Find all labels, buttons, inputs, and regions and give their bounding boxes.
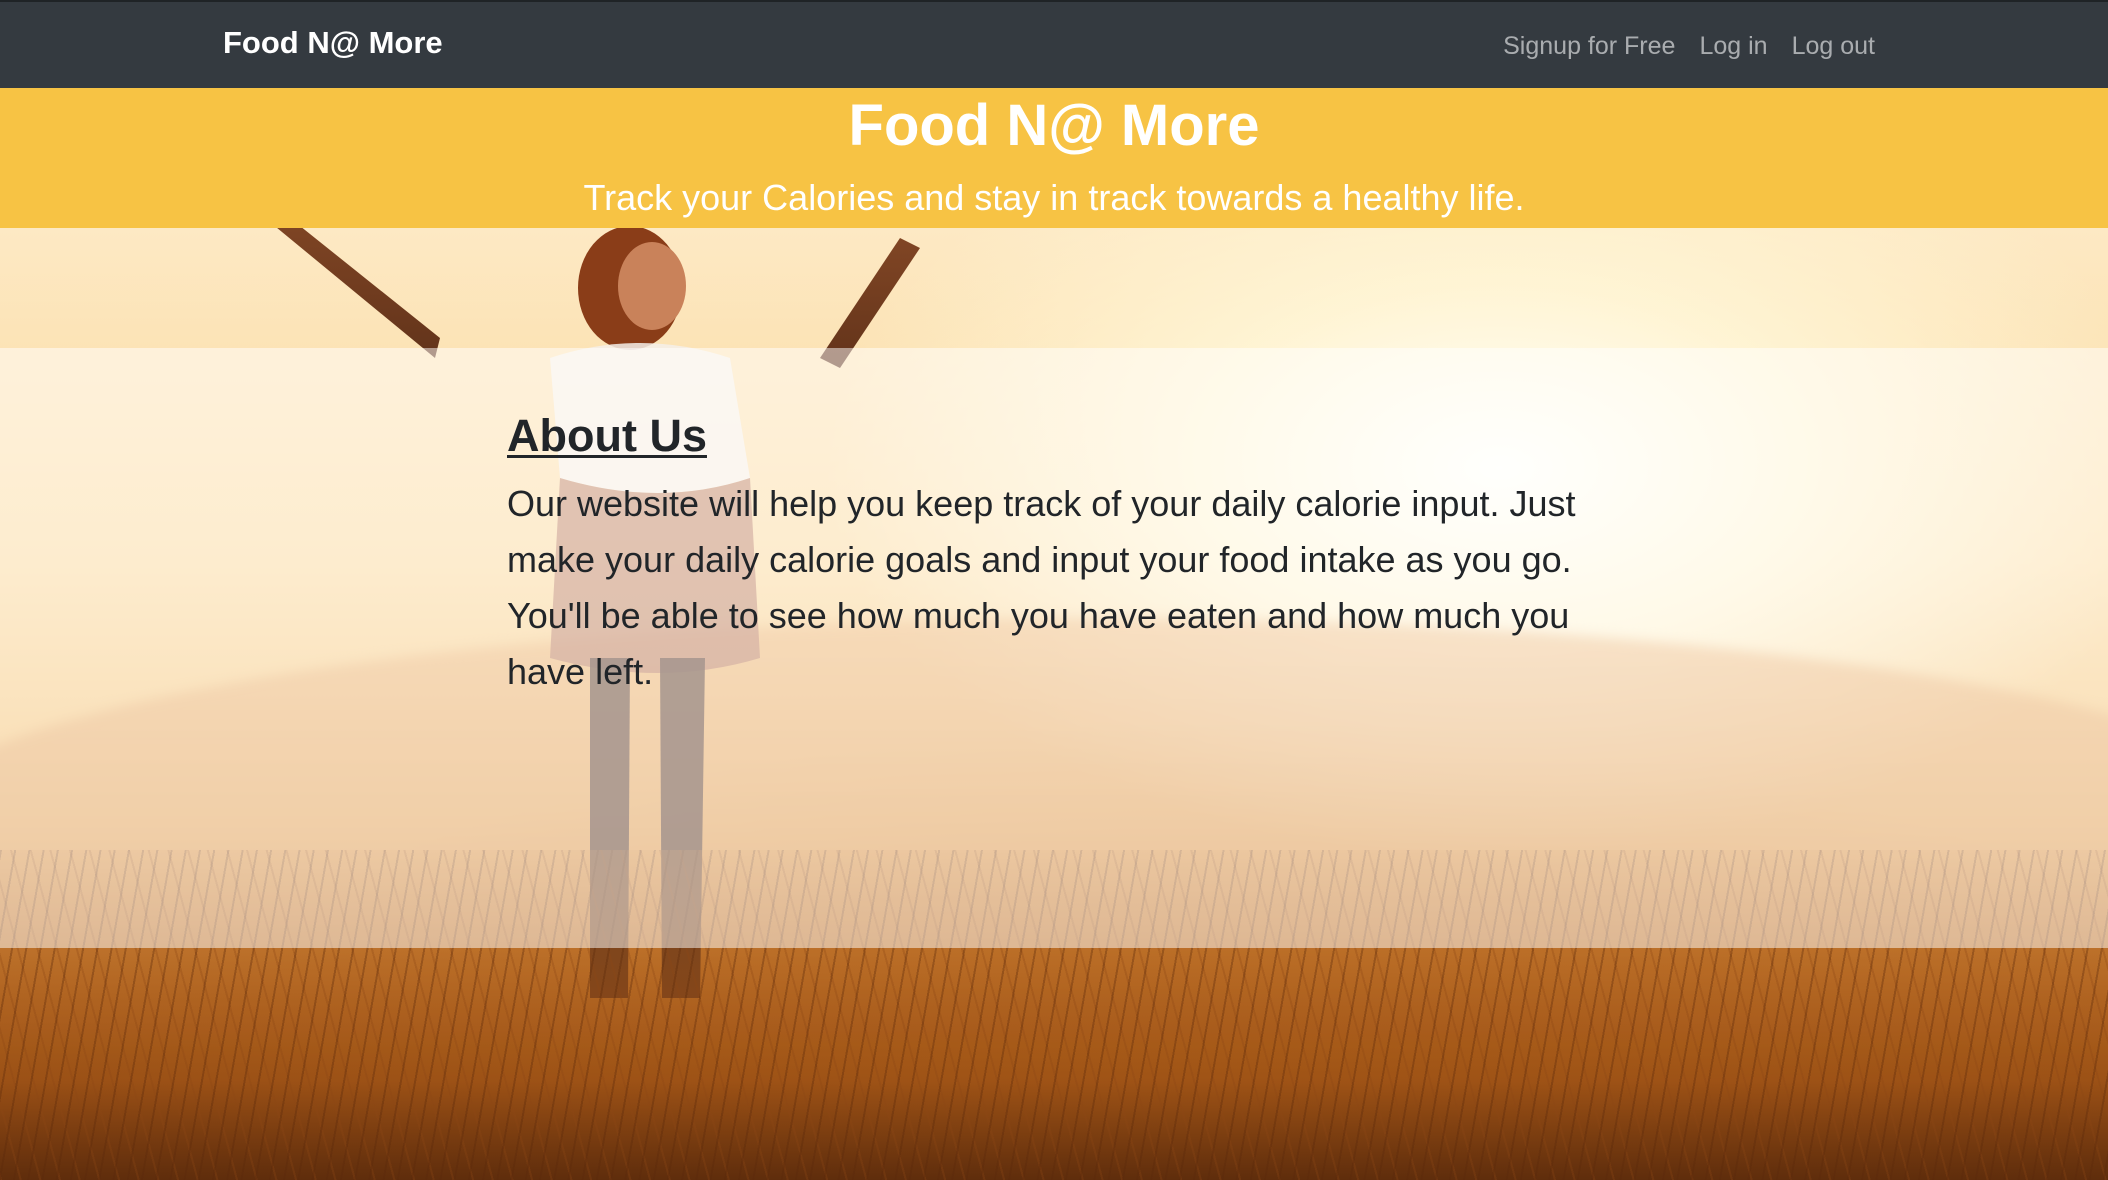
banner-title: Food N@ More [848, 93, 1260, 158]
logout-link[interactable]: Log out [1792, 28, 1875, 64]
login-link[interactable]: Log in [1699, 28, 1767, 64]
brand-link[interactable]: Food N@ More [223, 24, 443, 62]
about-us-text: Our website will help you keep track of … [507, 483, 1576, 692]
signup-link[interactable]: Signup for Free [1503, 28, 1675, 64]
about-section: About Us Our website will help you keep … [0, 348, 2108, 948]
hero-banner: Food N@ More Track your Calories and sta… [0, 88, 2108, 228]
nav-links: Signup for Free Log in Log out [1503, 28, 1875, 64]
banner-subtitle: Track your Calories and stay in track to… [583, 177, 1525, 218]
top-navbar: Food N@ More Signup for Free Log in Log … [0, 0, 2108, 88]
about-us-heading[interactable]: About Us [507, 408, 707, 464]
